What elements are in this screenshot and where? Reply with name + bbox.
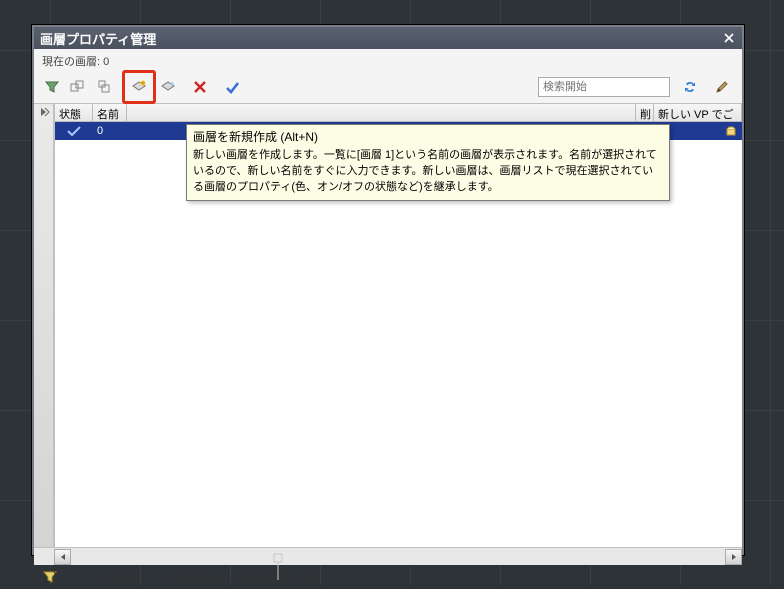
current-layer-label: 現在の画層: 0	[34, 49, 742, 71]
column-state[interactable]: 状態	[55, 104, 93, 121]
filter-button[interactable]	[40, 75, 64, 99]
horizontal-scrollbar[interactable]	[34, 547, 742, 565]
titlebar: 画層プロパティ管理	[34, 27, 742, 49]
settings-button[interactable]	[710, 75, 734, 99]
scroll-left-button[interactable]	[54, 549, 71, 565]
layer-states-manager-button[interactable]	[92, 75, 116, 99]
current-layer-check-icon	[55, 126, 93, 136]
layer-name-cell[interactable]: 0	[93, 125, 127, 137]
footer-filter-icon[interactable]	[40, 567, 60, 587]
collapse-strip[interactable]	[34, 104, 54, 547]
layer-states-button[interactable]	[66, 75, 90, 99]
window-title: 画層プロパティ管理	[40, 29, 156, 48]
tooltip: 画層を新規作成 (Alt+N) 新しい画層を作成します。一覧に[画層 1]という…	[186, 124, 670, 201]
column-spacer	[127, 104, 636, 121]
footer-status-text: すべて: 表示されている画層 1 個、画層の総数: 1 個	[68, 569, 320, 585]
new-layer-button-highlight	[122, 70, 156, 104]
new-layer-frozen-button[interactable]	[156, 75, 180, 99]
toolbar	[34, 71, 742, 103]
close-icon[interactable]	[722, 31, 736, 45]
scroll-right-button[interactable]	[725, 549, 742, 565]
grid-header: 状態 名前 削 新しい VP でご	[55, 104, 742, 122]
column-delete[interactable]: 削	[636, 104, 654, 121]
tooltip-body: 新しい画層を作成します。一覧に[画層 1]という名前の画層が表示されます。名前が…	[193, 148, 663, 196]
column-name[interactable]: 名前	[93, 104, 127, 121]
search-input[interactable]	[538, 77, 670, 97]
delete-layer-button[interactable]	[188, 75, 212, 99]
tooltip-title: 画層を新規作成 (Alt+N)	[193, 129, 663, 146]
set-current-button[interactable]	[220, 75, 244, 99]
new-layer-button[interactable]	[127, 75, 151, 99]
refresh-button[interactable]	[678, 75, 702, 99]
status-footer: すべて: 表示されている画層 1 個、画層の総数: 1 個	[34, 565, 742, 589]
layer-properties-panel: 画層プロパティ管理 現在の画層: 0	[32, 25, 744, 555]
column-new-vp[interactable]: 新しい VP でご	[654, 104, 742, 121]
